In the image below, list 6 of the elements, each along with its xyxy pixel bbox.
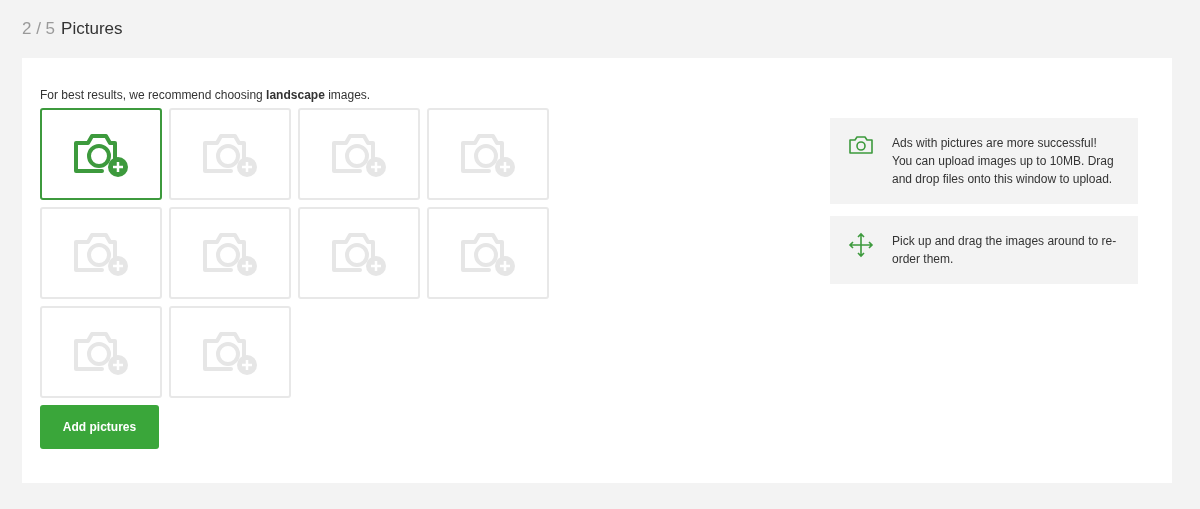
add-pictures-button[interactable]: Add pictures bbox=[40, 405, 159, 449]
section-title: Pictures bbox=[61, 19, 123, 39]
tip-text: Ads with pictures are more successful! You can upload images up to 10MB. Drag and drop files onto this window to upload. bbox=[892, 135, 1115, 188]
step-counter: 2 / 5 bbox=[22, 19, 56, 39]
hint-text: For best results, we recommend choosing landscape images. bbox=[40, 88, 372, 102]
tip-text: Pick up and drag the images around to re-order them. bbox=[892, 233, 1118, 268]
